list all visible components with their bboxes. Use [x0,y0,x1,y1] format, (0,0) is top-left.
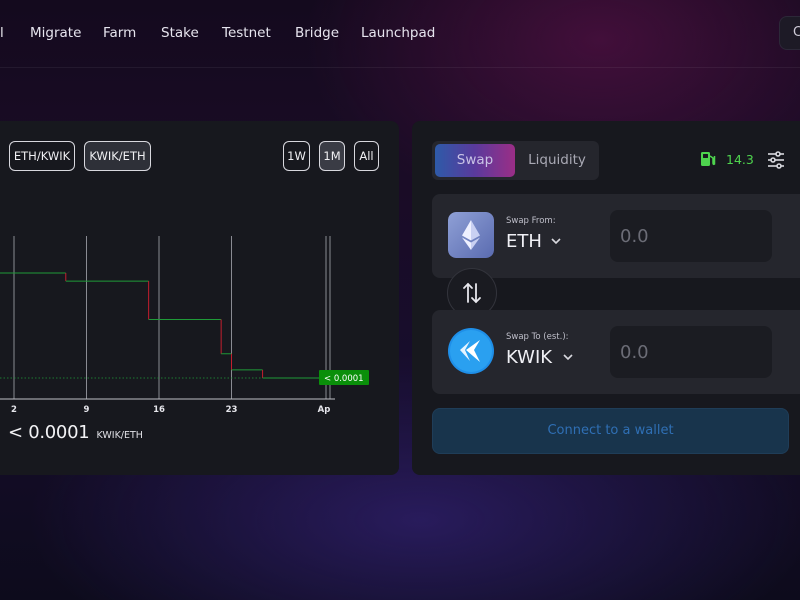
chart-x-tick-label: 2 [11,405,17,415]
range-1m-button[interactable]: 1M [319,141,345,171]
price-value: < 0.0001 [8,422,90,443]
swap-arrows-icon [463,282,481,304]
nav-item-bridge[interactable]: Bridge [295,25,339,41]
gas-value: 14.3 [726,152,754,167]
swap-to-caption: Swap To (est.): [506,332,569,342]
nav-item-farm[interactable]: Farm [103,25,136,41]
chart-panel: ETH/KWIK KWIK/ETH 1W 1M All < 0.0001 2 9 16… [0,121,399,475]
gas-pump-icon [701,152,716,166]
swap-panel: Swap Liquidity 14.3 Swap From: ETH 0.0 S… [412,121,800,475]
nav-item-launchpad[interactable]: Launchpad [361,25,435,41]
pair-kwik-eth-button[interactable]: KWIK/ETH [84,141,151,171]
chart-x-tick-label: 23 [226,405,238,415]
current-price: < 0.0001 KWIK/ETH [8,422,143,443]
tab-liquidity[interactable]: Liquidity [518,144,596,177]
swap-from-caption: Swap From: [506,216,556,226]
connect-wallet-button[interactable]: Connect to a wallet [432,408,789,454]
swap-from-token[interactable]: ETH [506,231,542,252]
chevron-down-icon[interactable] [551,237,561,245]
ethereum-logo-icon [448,212,494,258]
sliders-icon[interactable] [766,150,786,170]
connect-nav-button[interactable]: C [779,16,800,50]
range-1w-button[interactable]: 1W [283,141,310,171]
nav-item-stake[interactable]: Stake [161,25,199,41]
kwik-logo-icon [448,328,494,374]
price-unit: KWIK/ETH [96,430,143,441]
range-all-button[interactable]: All [354,141,379,171]
swap-to-token[interactable]: KWIK [506,347,552,368]
tab-swap[interactable]: Swap [435,144,515,177]
swap-from-amount-input[interactable] [610,210,772,262]
price-chart: < 0.0001 2 9 16 23 Ap [0,236,369,415]
top-nav: l Migrate Farm Stake Testnet Bridge Laun… [0,0,800,68]
current-price-marker-label: < 0.0001 [324,374,364,384]
swap-to-amount-input[interactable] [610,326,772,378]
swap-from-box: Swap From: ETH [432,194,800,278]
nav-item-migrate[interactable]: Migrate [30,25,81,41]
nav-item-partial[interactable]: l [0,25,4,41]
swap-tabs: Swap Liquidity [432,141,599,180]
chevron-down-icon[interactable] [563,353,573,361]
chart-x-tick-label: 9 [84,405,90,415]
swap-to-box: Swap To (est.): KWIK [432,310,800,394]
pair-eth-kwik-button[interactable]: ETH/KWIK [9,141,75,171]
chart-x-tick-label: 16 [153,405,165,415]
chart-x-tick-label: Ap [318,405,331,415]
nav-item-testnet[interactable]: Testnet [222,25,271,41]
